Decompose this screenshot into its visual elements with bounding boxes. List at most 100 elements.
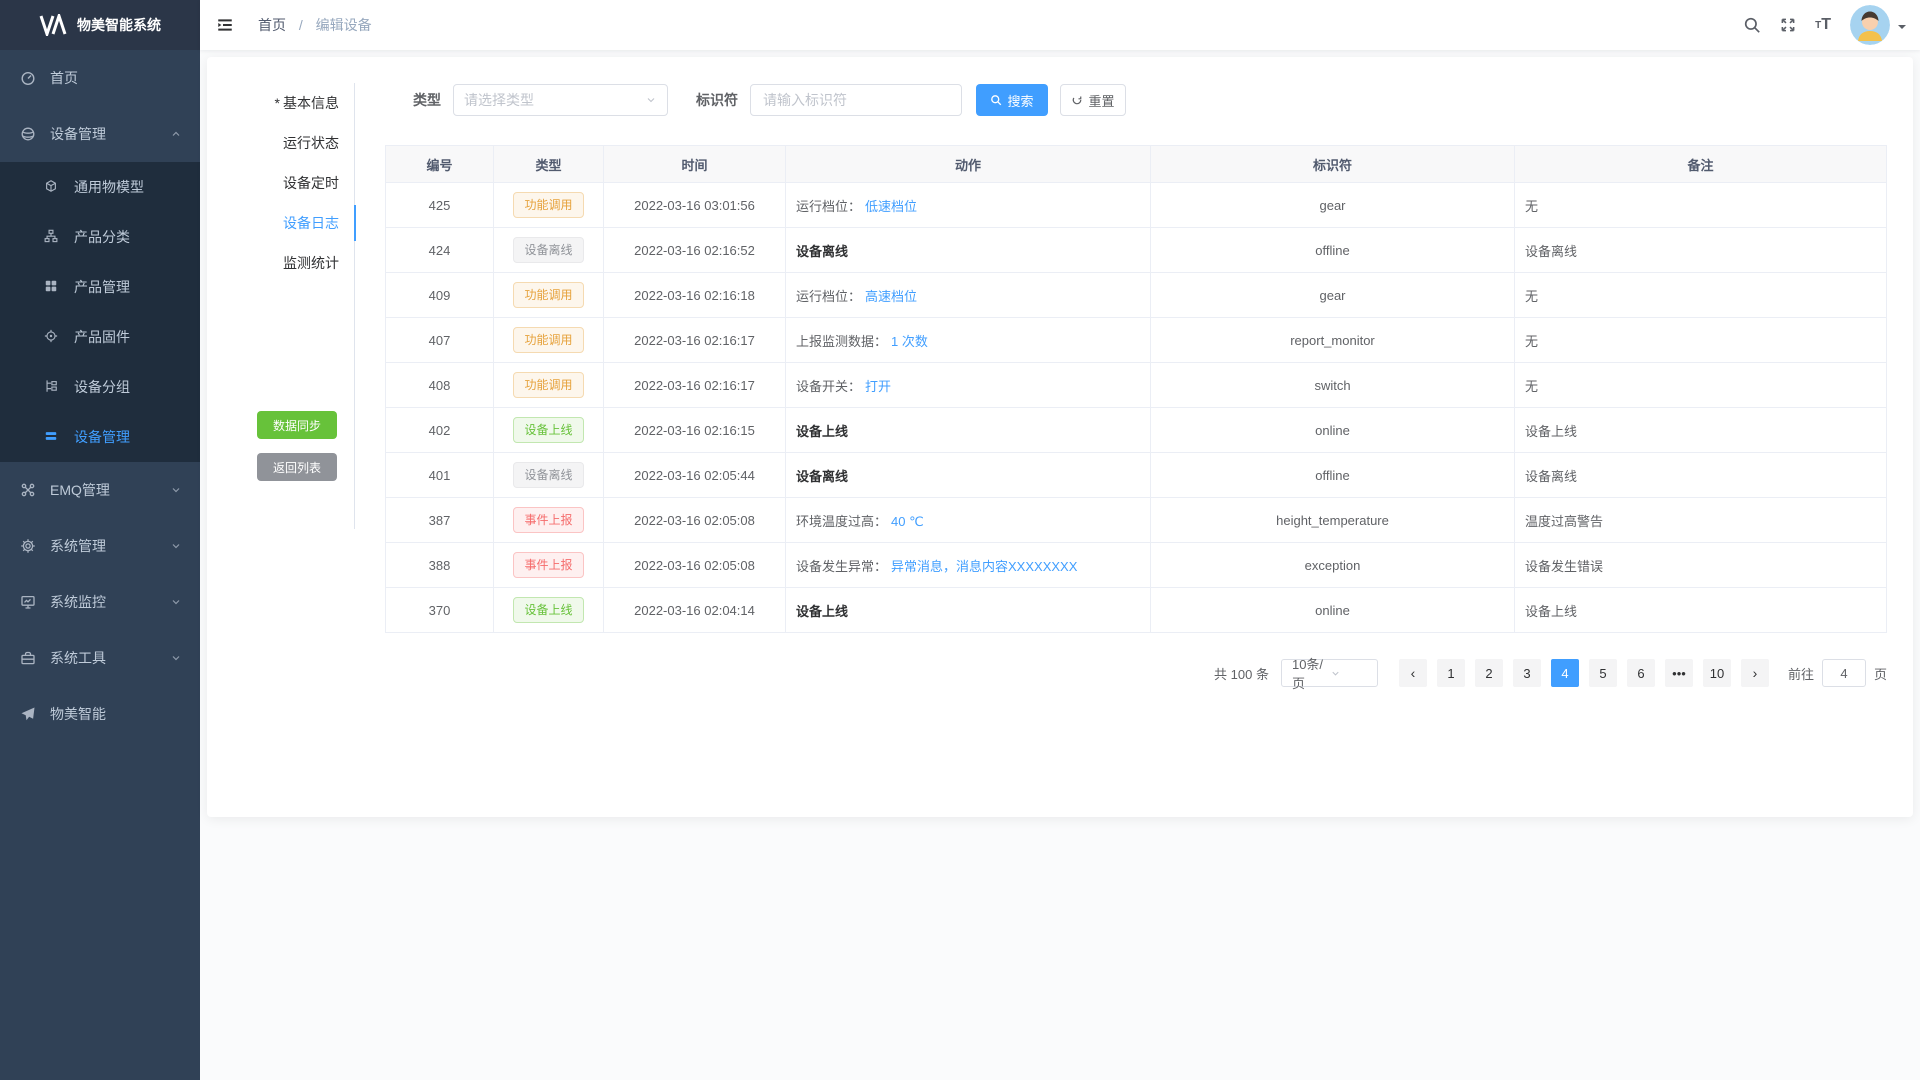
tab-device-timer[interactable]: 设备定时 [207, 163, 355, 203]
page-button[interactable]: 4 [1551, 659, 1579, 687]
col-identifier: 标识符 [1151, 146, 1515, 183]
breadcrumb: 首页 / 编辑设备 [258, 15, 372, 35]
table-row: 387事件上报2022-03-16 02:05:08环境温度过高：40 ℃hei… [386, 498, 1887, 543]
data-sync-button[interactable]: 数据同步 [257, 411, 337, 439]
page-button[interactable]: 5 [1589, 659, 1617, 687]
sidebar-item-product-firmware[interactable]: 产品固件 [0, 312, 200, 362]
cell-type: 功能调用 [494, 183, 604, 228]
cell-remark: 温度过高警告 [1515, 498, 1887, 543]
cell-remark: 设备上线 [1515, 588, 1887, 633]
type-tag: 设备离线 [513, 237, 583, 263]
cell-type: 事件上报 [494, 498, 604, 543]
action-prefix: 上报监测数据： [796, 334, 887, 349]
cell-time: 2022-03-16 02:16:17 [604, 318, 786, 363]
col-id: 编号 [386, 146, 494, 183]
goto-page-input[interactable] [1822, 659, 1866, 687]
next-page-button[interactable]: › [1741, 659, 1769, 687]
cell-remark: 无 [1515, 273, 1887, 318]
cube-icon [44, 179, 60, 195]
gear-icon [20, 538, 36, 554]
app-title: 物美智能系统 [77, 15, 161, 35]
search-icon[interactable] [1734, 0, 1770, 50]
avatar[interactable] [1850, 5, 1890, 45]
font-size-icon[interactable]: TT [1806, 0, 1840, 50]
sidebar-fold-icon[interactable] [200, 0, 250, 50]
sidebar-item-product-mgmt[interactable]: 产品管理 [0, 262, 200, 312]
app-logo[interactable]: 物美智能系统 [0, 0, 200, 50]
chevron-down-icon [1330, 668, 1369, 679]
sidebar-item-device-mgmt[interactable]: 设备管理 [0, 106, 200, 162]
more-pages-button[interactable]: ••• [1665, 659, 1693, 687]
tab-run-status[interactable]: 运行状态 [207, 123, 355, 163]
type-select-placeholder: 请选择类型 [464, 90, 645, 110]
breadcrumb-separator: / [299, 17, 303, 33]
cell-identifier: online [1151, 408, 1515, 453]
cell-identifier: gear [1151, 273, 1515, 318]
col-type: 类型 [494, 146, 604, 183]
back-to-list-button[interactable]: 返回列表 [257, 453, 337, 481]
goto-suffix: 页 [1874, 664, 1887, 683]
cell-identifier: online [1151, 588, 1515, 633]
page-size-select[interactable]: 10条/页 [1281, 659, 1378, 687]
type-label: 类型 [413, 90, 441, 110]
sidebar-item-wumei-smart[interactable]: 物美智能 [0, 686, 200, 742]
sidebar-item-thing-model[interactable]: 通用物模型 [0, 162, 200, 212]
sidebar-item-system-mgmt[interactable]: 系统管理 [0, 518, 200, 574]
sidebar-item-device-manage[interactable]: 设备管理 [0, 412, 200, 462]
tab-device-log[interactable]: 设备日志 [207, 203, 355, 243]
bars-icon [44, 429, 60, 445]
sidebar-item-label: 产品管理 [74, 277, 130, 297]
type-select[interactable]: 请选择类型 [453, 84, 668, 116]
cell-id: 387 [386, 498, 494, 543]
fullscreen-icon[interactable] [1770, 0, 1806, 50]
user-menu[interactable] [1850, 5, 1906, 45]
cell-remark: 设备上线 [1515, 408, 1887, 453]
search-button[interactable]: 搜索 [976, 84, 1048, 116]
sidebar-item-product-category[interactable]: 产品分类 [0, 212, 200, 262]
cell-time: 2022-03-16 03:01:56 [604, 183, 786, 228]
cell-id: 407 [386, 318, 494, 363]
table-row: 409功能调用2022-03-16 02:16:18运行档位：高速档位gear无 [386, 273, 1887, 318]
tab-basic-info[interactable]: *基本信息 [207, 83, 355, 123]
sidebar-item-emq[interactable]: EMQ管理 [0, 462, 200, 518]
page-button[interactable]: 3 [1513, 659, 1541, 687]
top-navbar: 首页 / 编辑设备 TT [200, 0, 1920, 50]
sidebar-item-home[interactable]: 首页 [0, 50, 200, 106]
goto-page: 前往 页 [1788, 659, 1887, 687]
sidebar-item-label: 设备管理 [50, 124, 106, 144]
paper-plane-icon [20, 706, 36, 722]
chevron-down-icon [170, 540, 182, 552]
cell-time: 2022-03-16 02:05:44 [604, 453, 786, 498]
sidebar-item-label: EMQ管理 [50, 480, 110, 500]
breadcrumb-home[interactable]: 首页 [258, 17, 286, 33]
cell-action: 上报监测数据：1 次数 [786, 318, 1151, 363]
sidebar-item-system-monitor[interactable]: 系统监控 [0, 574, 200, 630]
type-tag: 设备上线 [513, 597, 583, 623]
action-text: 设备上线 [796, 424, 848, 439]
table-row: 425功能调用2022-03-16 03:01:56运行档位：低速档位gear无 [386, 183, 1887, 228]
tab-monitor-stats[interactable]: 监测统计 [207, 243, 355, 283]
sitemap-icon [44, 229, 60, 245]
sidebar-item-label: 设备管理 [74, 427, 130, 447]
cell-action: 运行档位：高速档位 [786, 273, 1151, 318]
sidebar-item-system-tools[interactable]: 系统工具 [0, 630, 200, 686]
cell-identifier: offline [1151, 453, 1515, 498]
monitor-icon [20, 594, 36, 610]
action-prefix: 运行档位： [796, 199, 861, 214]
type-tag: 事件上报 [513, 507, 583, 533]
action-prefix: 环境温度过高： [796, 514, 887, 529]
cell-time: 2022-03-16 02:16:15 [604, 408, 786, 453]
identifier-input[interactable] [750, 84, 962, 116]
sidebar-item-device-group[interactable]: 设备分组 [0, 362, 200, 412]
page-button[interactable]: 2 [1475, 659, 1503, 687]
page-button[interactable]: 6 [1627, 659, 1655, 687]
cell-remark: 无 [1515, 183, 1887, 228]
sidebar-item-label: 设备分组 [74, 377, 130, 397]
cell-id: 370 [386, 588, 494, 633]
sidebar-item-label: 系统监控 [50, 592, 106, 612]
cell-action: 设备上线 [786, 408, 1151, 453]
reset-button[interactable]: 重置 [1060, 84, 1126, 116]
page-button[interactable]: 10 [1703, 659, 1731, 687]
prev-page-button[interactable]: ‹ [1399, 659, 1427, 687]
page-button[interactable]: 1 [1437, 659, 1465, 687]
